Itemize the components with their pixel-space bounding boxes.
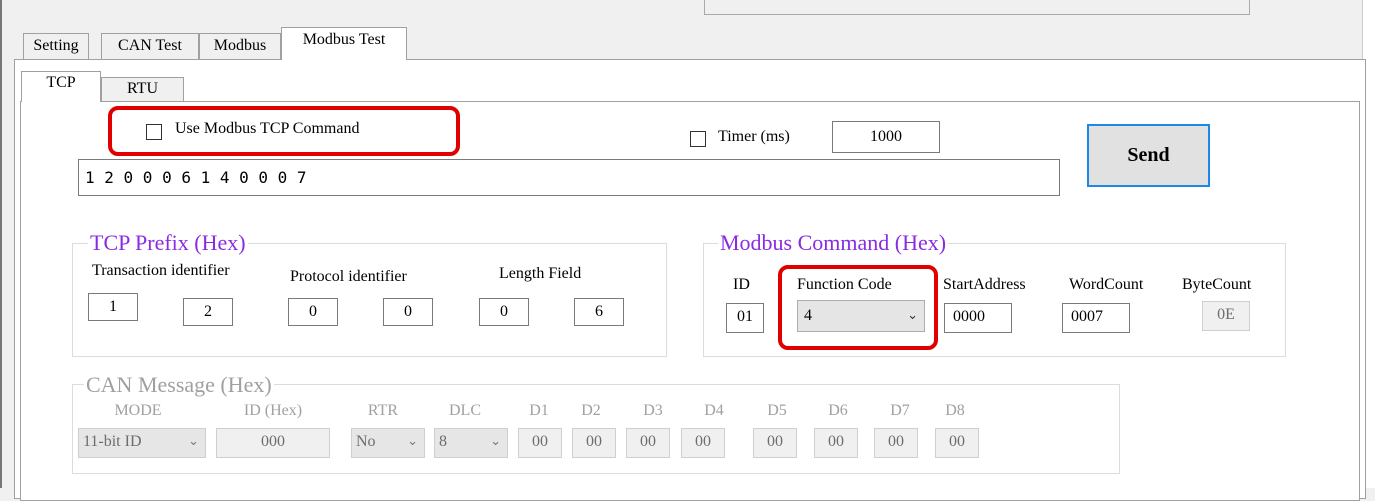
protocol-id-lo[interactable]: 0 [383,298,433,326]
timer-label: Timer (ms) [718,128,790,145]
function-code-select[interactable]: 4 ⌄ [797,300,925,332]
d3-field: 00 [626,428,670,458]
d2-field: 00 [572,428,616,458]
chevron-down-icon: ⌄ [188,434,199,449]
tcp-prefix-title: TCP Prefix (Hex) [88,230,248,256]
chevron-down-icon: ⌄ [907,308,918,323]
subtab-rtu[interactable]: RTU [101,77,184,101]
dlc-value: 8 [439,433,447,450]
word-count-input[interactable]: 0007 [1062,303,1130,333]
can-id-field: 000 [216,428,330,458]
timer-input[interactable]: 1000 [832,121,940,153]
length-field-label: Length Field [499,265,582,282]
top-frame [704,0,1250,15]
d4-field: 00 [681,428,725,458]
window-edge [0,0,2,488]
chevron-down-icon: ⌄ [490,434,501,449]
id-input[interactable]: 01 [726,303,764,333]
d6-label: D6 [828,402,848,419]
word-count-label: WordCount [1069,276,1144,293]
d6-field: 00 [814,428,858,458]
d1-label: D1 [529,402,549,419]
tab-modbus-test[interactable]: Modbus Test [281,27,407,60]
d8-field: 00 [935,428,979,458]
transaction-id-label: Transaction identifier [92,262,230,279]
subtab-tcp[interactable]: TCP [21,71,101,102]
can-message-title: CAN Message (Hex) [84,372,274,398]
d8-label: D8 [945,402,965,419]
use-modbus-tcp-label: Use Modbus TCP Command [175,120,360,137]
chevron-down-icon: ⌄ [407,434,418,449]
mode-value: 11-bit ID [83,433,142,450]
d7-label: D7 [890,402,910,419]
function-code-value: 4 [804,307,812,324]
byte-count-field: 0E [1202,301,1250,331]
d3-label: D3 [643,402,663,419]
dlc-label: DLC [449,402,481,419]
transaction-id-hi[interactable]: 1 [88,293,138,321]
dlc-select: 8 ⌄ [434,428,508,458]
use-modbus-tcp-checkbox[interactable] [146,124,162,140]
d1-field: 00 [518,428,562,458]
timer-checkbox[interactable] [690,131,706,147]
mode-label: MODE [114,402,162,419]
rtr-label: RTR [367,402,399,419]
d4-label: D4 [704,402,724,419]
tab-modbus[interactable]: Modbus [199,33,281,59]
length-field-hi[interactable]: 0 [479,298,529,326]
start-address-input[interactable]: 0000 [944,303,1012,333]
tab-setting[interactable]: Setting [23,33,89,59]
rtr-value: No [356,433,376,450]
d5-field: 00 [753,428,797,458]
protocol-id-hi[interactable]: 0 [288,298,338,326]
d5-label: D5 [767,402,787,419]
command-input[interactable]: 1 2 0 0 0 6 1 4 0 0 0 7 [78,159,1060,196]
id-label: ID [733,276,750,293]
tab-can-test[interactable]: CAN Test [101,33,199,59]
d7-field: 00 [874,428,918,458]
transaction-id-lo[interactable]: 2 [183,298,233,326]
rtr-select: No ⌄ [351,428,425,458]
modbus-command-title: Modbus Command (Hex) [718,230,949,256]
byte-count-label: ByteCount [1182,276,1252,293]
protocol-id-label: Protocol identifier [290,268,407,285]
can-id-label: ID (Hex) [243,402,303,419]
length-field-lo[interactable]: 6 [574,298,624,326]
start-address-label: StartAddress [943,276,1026,293]
d2-label: D2 [581,402,601,419]
mode-select: 11-bit ID ⌄ [78,428,206,458]
send-button[interactable]: Send [1087,124,1210,187]
